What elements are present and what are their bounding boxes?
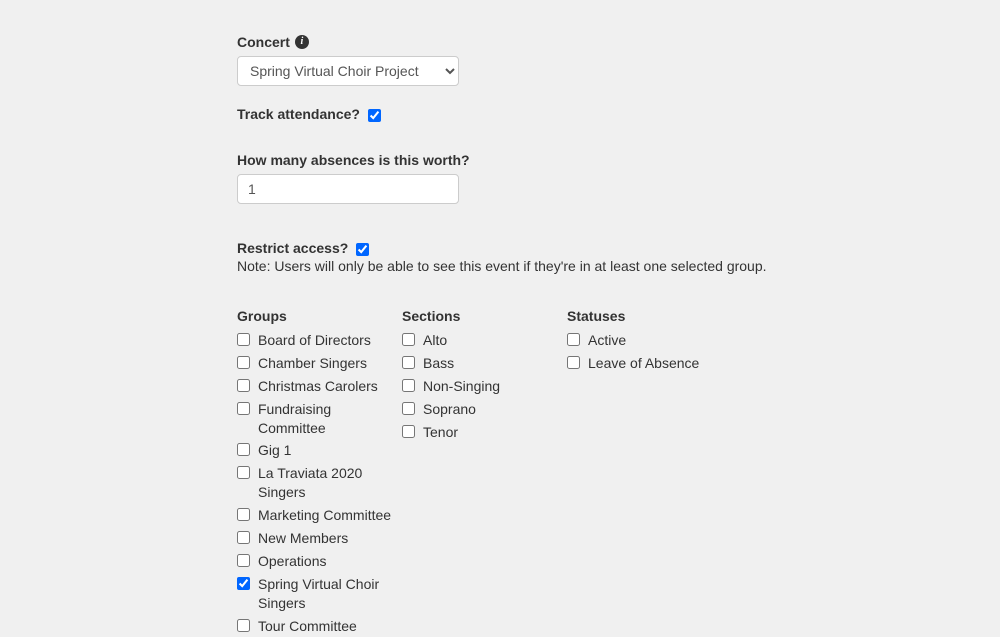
restrict-access-section: Restrict access? Note: Users will only b… — [237, 240, 1000, 637]
group-item-checkbox[interactable] — [237, 333, 250, 346]
group-item-checkbox[interactable] — [237, 466, 250, 479]
group-item-row[interactable]: Fundraising Committee — [237, 398, 402, 440]
section-item-label: Alto — [423, 331, 447, 350]
absences-label: How many absences is this worth? — [237, 152, 470, 168]
group-item-row[interactable]: Chamber Singers — [237, 352, 402, 375]
group-item-label: Board of Directors — [258, 331, 371, 350]
statuses-heading: Statuses — [567, 308, 732, 324]
status-item-row[interactable]: Active — [567, 329, 732, 352]
group-item-checkbox[interactable] — [237, 619, 250, 632]
group-item-label: Fundraising Committee — [258, 400, 402, 438]
section-item-checkbox[interactable] — [402, 333, 415, 346]
group-item-label: Tour Committee — [258, 617, 357, 636]
group-item-checkbox[interactable] — [237, 554, 250, 567]
status-item-checkbox[interactable] — [567, 356, 580, 369]
group-item-checkbox[interactable] — [237, 402, 250, 415]
group-item-row[interactable]: La Traviata 2020 Singers — [237, 462, 402, 504]
section-item-checkbox[interactable] — [402, 379, 415, 392]
group-item-row[interactable]: Tour Committee — [237, 615, 402, 637]
group-item-row[interactable]: Spring Virtual Choir Singers — [237, 573, 402, 615]
concert-field-group: Concert i Spring Virtual Choir Project — [237, 34, 1000, 86]
status-item-label: Leave of Absence — [588, 354, 699, 373]
group-item-checkbox[interactable] — [237, 443, 250, 456]
restrict-access-label: Restrict access? — [237, 240, 348, 256]
group-item-row[interactable]: Marketing Committee — [237, 504, 402, 527]
section-item-label: Non-Singing — [423, 377, 500, 396]
group-item-checkbox[interactable] — [237, 577, 250, 590]
group-item-label: La Traviata 2020 Singers — [258, 464, 402, 502]
group-item-row[interactable]: Board of Directors — [237, 329, 402, 352]
group-item-checkbox[interactable] — [237, 379, 250, 392]
concert-select[interactable]: Spring Virtual Choir Project — [237, 56, 459, 86]
section-item-checkbox[interactable] — [402, 356, 415, 369]
columns-container: Groups Board of Directors Chamber Singers… — [237, 308, 1000, 637]
absences-label-row: How many absences is this worth? — [237, 152, 1000, 168]
status-item-label: Active — [588, 331, 626, 350]
section-item-row[interactable]: Alto — [402, 329, 567, 352]
absences-field-group: How many absences is this worth? — [237, 152, 1000, 204]
section-item-checkbox[interactable] — [402, 402, 415, 415]
info-icon[interactable]: i — [295, 35, 309, 49]
group-item-row[interactable]: New Members — [237, 527, 402, 550]
status-item-row[interactable]: Leave of Absence — [567, 352, 732, 375]
section-item-row[interactable]: Soprano — [402, 398, 567, 421]
group-item-checkbox[interactable] — [237, 356, 250, 369]
section-item-label: Tenor — [423, 423, 458, 442]
groups-list: Board of Directors Chamber Singers Christm… — [237, 329, 402, 637]
sections-list: Alto Bass Non-Singing Soprano Tenor — [402, 329, 567, 443]
section-item-row[interactable]: Tenor — [402, 421, 567, 444]
concert-label: Concert — [237, 34, 290, 50]
group-item-label: Operations — [258, 552, 326, 571]
restrict-access-row: Restrict access? — [237, 240, 1000, 256]
restrict-access-checkbox[interactable] — [356, 243, 369, 256]
statuses-column: Statuses Active Leave of Absence — [567, 308, 732, 637]
track-attendance-field-group: Track attendance? — [237, 106, 1000, 122]
groups-heading: Groups — [237, 308, 402, 324]
sections-heading: Sections — [402, 308, 567, 324]
section-item-label: Bass — [423, 354, 454, 373]
sections-column: Sections Alto Bass Non-Singing Soprano Tenor — [402, 308, 567, 637]
group-item-label: New Members — [258, 529, 348, 548]
absences-input[interactable] — [237, 174, 459, 204]
section-item-row[interactable]: Non-Singing — [402, 375, 567, 398]
group-item-label: Marketing Committee — [258, 506, 391, 525]
track-attendance-label: Track attendance? — [237, 106, 360, 122]
status-item-checkbox[interactable] — [567, 333, 580, 346]
concert-label-row: Concert i — [237, 34, 1000, 50]
section-item-row[interactable]: Bass — [402, 352, 567, 375]
section-item-checkbox[interactable] — [402, 425, 415, 438]
group-item-checkbox[interactable] — [237, 508, 250, 521]
group-item-label: Chamber Singers — [258, 354, 367, 373]
groups-column: Groups Board of Directors Chamber Singers… — [237, 308, 402, 637]
group-item-row[interactable]: Christmas Carolers — [237, 375, 402, 398]
group-item-label: Christmas Carolers — [258, 377, 378, 396]
group-item-label: Gig 1 — [258, 441, 291, 460]
section-item-label: Soprano — [423, 400, 476, 419]
statuses-list: Active Leave of Absence — [567, 329, 732, 375]
track-attendance-checkbox[interactable] — [368, 109, 381, 122]
group-item-label: Spring Virtual Choir Singers — [258, 575, 402, 613]
form-container: Concert i Spring Virtual Choir Project T… — [0, 0, 1000, 637]
group-item-row[interactable]: Gig 1 — [237, 439, 402, 462]
restrict-access-note: Note: Users will only be able to see thi… — [237, 258, 1000, 274]
group-item-checkbox[interactable] — [237, 531, 250, 544]
group-item-row[interactable]: Operations — [237, 550, 402, 573]
